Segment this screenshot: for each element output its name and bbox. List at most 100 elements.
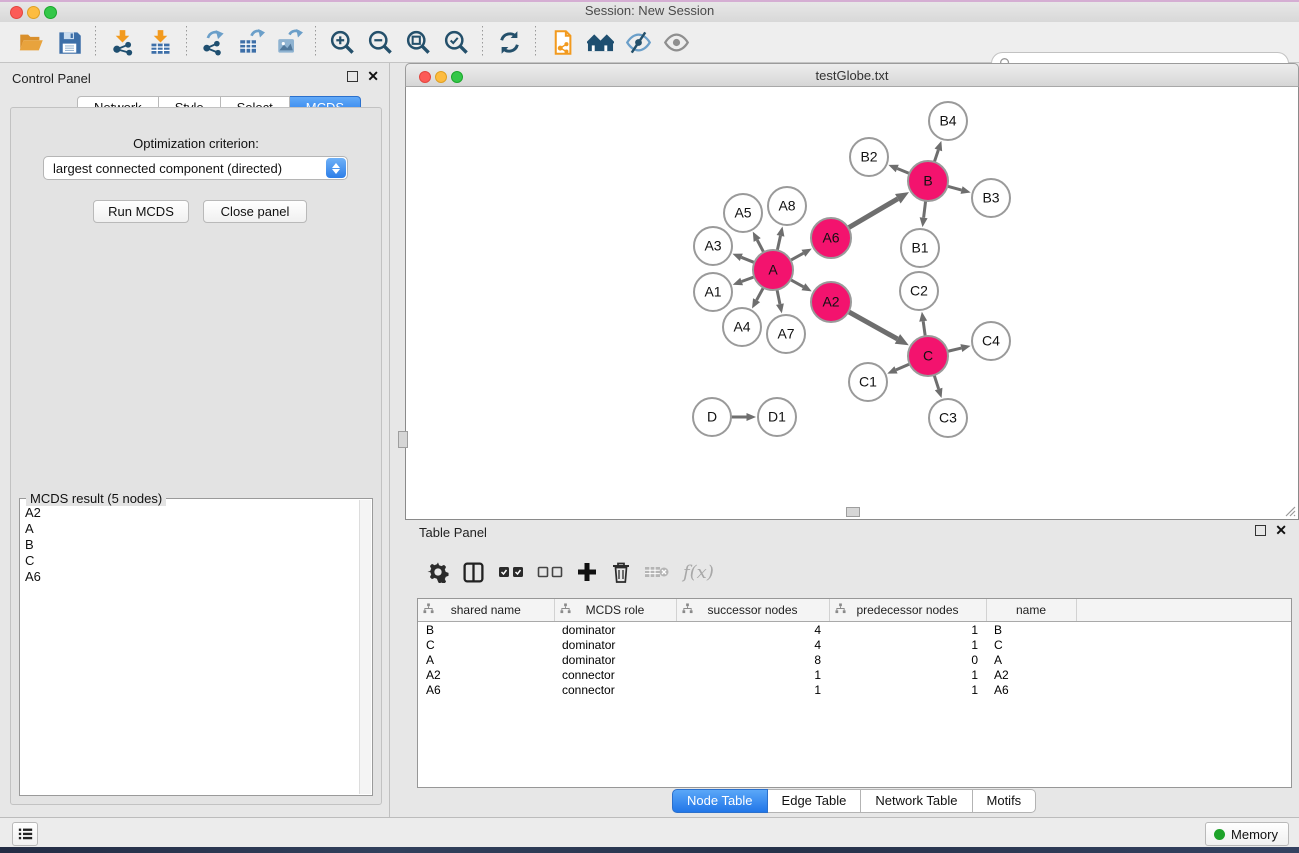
tab-node-table[interactable]: Node Table (672, 789, 768, 813)
edge-B-B2[interactable] (897, 168, 909, 173)
zoom-in-icon[interactable] (325, 27, 359, 57)
table-cell[interactable]: A6 (986, 682, 1076, 697)
edge-A-A1[interactable] (742, 277, 755, 282)
open-session-icon[interactable] (14, 27, 48, 57)
table-cell[interactable]: connector (554, 682, 676, 697)
column-header-successor-nodes[interactable]: successor nodes (676, 599, 829, 622)
export-network-icon[interactable] (196, 27, 230, 57)
table-cell[interactable]: A6 (418, 682, 554, 697)
table-row[interactable]: Bdominator41B (418, 622, 1291, 638)
table-cell[interactable]: 0 (829, 652, 986, 667)
hide-panel-eye-icon[interactable] (621, 27, 655, 57)
show-columns-icon[interactable] (462, 561, 485, 584)
float-table-panel-icon[interactable] (1255, 525, 1266, 536)
table-cell[interactable]: 8 (676, 652, 829, 667)
table-cell[interactable]: A (418, 652, 554, 667)
close-panel-button[interactable]: Close panel (203, 200, 307, 223)
table-cell[interactable]: dominator (554, 652, 676, 667)
table-cell[interactable]: C (986, 637, 1076, 652)
task-history-button[interactable] (12, 822, 38, 846)
import-network-icon[interactable] (105, 27, 139, 57)
delete-columns-trash-icon[interactable] (611, 561, 631, 584)
resize-grip-icon[interactable] (1282, 503, 1296, 517)
zoom-fit-icon[interactable] (401, 27, 435, 57)
network-graph[interactable]: AA1A2A3A4A5A6A7A8BB1B2B3B4CC1C2C3C4DD1 (406, 87, 1297, 517)
mcds-result-scrollbar[interactable] (359, 500, 371, 794)
column-header-MCDS-role[interactable]: MCDS role (554, 599, 676, 622)
import-table-icon[interactable] (143, 27, 177, 57)
create-column-plus-icon[interactable] (576, 561, 598, 583)
edge-A-A2[interactable] (791, 280, 804, 287)
table-cell[interactable]: A (986, 652, 1076, 667)
mcds-result-item[interactable]: C (25, 553, 360, 569)
table-cell[interactable]: 1 (829, 682, 986, 697)
table-cell[interactable]: B (986, 622, 1076, 638)
edge-B-B4[interactable] (934, 150, 938, 162)
table-cell[interactable]: A2 (418, 667, 554, 682)
edge-A-A8[interactable] (777, 236, 780, 251)
table-row[interactable]: Cdominator41C (418, 637, 1291, 652)
float-panel-icon[interactable] (347, 71, 358, 82)
mcds-result-item[interactable]: B (25, 537, 360, 553)
zoom-out-icon[interactable] (363, 27, 397, 57)
table-cell[interactable]: 1 (676, 667, 829, 682)
edge-A-A5[interactable] (757, 240, 763, 252)
table-cell[interactable]: dominator (554, 622, 676, 638)
edge-C-C2[interactable] (923, 321, 925, 336)
tab-edge-table[interactable]: Edge Table (768, 789, 862, 813)
memory-button[interactable]: Memory (1205, 822, 1289, 846)
home-networks-icon[interactable] (583, 27, 617, 57)
mcds-result-list[interactable]: A2ABCA6 (22, 505, 360, 793)
column-header-predecessor-nodes[interactable]: predecessor nodes (829, 599, 986, 622)
select-all-checkboxes-icon[interactable] (498, 565, 524, 579)
edge-A-A6[interactable] (791, 253, 804, 260)
close-panel-icon[interactable]: ✕ (367, 72, 379, 81)
table-row[interactable]: Adominator80A (418, 652, 1291, 667)
show-eye-icon[interactable] (659, 27, 693, 57)
table-cell[interactable]: dominator (554, 637, 676, 652)
column-header-shared-name[interactable]: shared name (418, 599, 554, 622)
vertical-scroll-thumb[interactable] (398, 431, 408, 448)
table-cell[interactable]: 1 (829, 622, 986, 638)
edge-A-A4[interactable] (757, 288, 764, 301)
function-builder-icon[interactable]: f(x) (683, 562, 714, 583)
table-cell[interactable]: C (418, 637, 554, 652)
table-row[interactable]: A2connector11A2 (418, 667, 1291, 682)
network-window-title-bar[interactable]: testGlobe.txt (405, 63, 1299, 87)
edge-A-A3[interactable] (741, 257, 754, 262)
table-cell[interactable]: connector (554, 667, 676, 682)
edge-B-B3[interactable] (947, 186, 961, 190)
network-canvas[interactable]: AA1A2A3A4A5A6A7A8BB1B2B3B4CC1C2C3C4DD1 (405, 87, 1299, 520)
table-cell[interactable]: 1 (829, 667, 986, 682)
table-row[interactable]: A6connector11A6 (418, 682, 1291, 697)
optimization-criterion-dropdown[interactable]: largest connected component (directed) (43, 156, 348, 180)
export-image-icon[interactable] (272, 27, 306, 57)
horizontal-scroll-thumb[interactable] (846, 507, 860, 517)
tab-network-table[interactable]: Network Table (861, 789, 972, 813)
table-cell[interactable]: A2 (986, 667, 1076, 682)
export-table-icon[interactable] (234, 27, 268, 57)
save-session-icon[interactable] (52, 27, 86, 57)
close-table-panel-icon[interactable]: ✕ (1275, 526, 1287, 535)
edge-A-A7[interactable] (777, 290, 780, 305)
table-cell[interactable]: B (418, 622, 554, 638)
refresh-layout-icon[interactable] (492, 27, 526, 57)
edge-A2-C[interactable] (848, 312, 897, 339)
table-cell[interactable]: 4 (676, 637, 829, 652)
table-cell[interactable]: 1 (829, 637, 986, 652)
edge-A6-B[interactable] (848, 199, 898, 228)
mcds-result-item[interactable]: A2 (25, 505, 360, 521)
node-table[interactable]: shared nameMCDS rolesuccessor nodesprede… (417, 598, 1292, 788)
table-cell[interactable]: 1 (676, 682, 829, 697)
zoom-selected-icon[interactable] (439, 27, 473, 57)
edge-C-C1[interactable] (896, 364, 910, 370)
tab-motifs[interactable]: Motifs (973, 789, 1037, 813)
edge-C-C4[interactable] (947, 348, 961, 351)
delete-table-icon[interactable] (644, 564, 670, 580)
table-cell[interactable]: 4 (676, 622, 829, 638)
column-header-name[interactable]: name (986, 599, 1076, 622)
mcds-result-item[interactable]: A6 (25, 569, 360, 585)
edge-B-B1[interactable] (924, 201, 926, 218)
new-network-from-selection-icon[interactable] (545, 27, 579, 57)
deselect-all-checkboxes-icon[interactable] (537, 565, 563, 579)
